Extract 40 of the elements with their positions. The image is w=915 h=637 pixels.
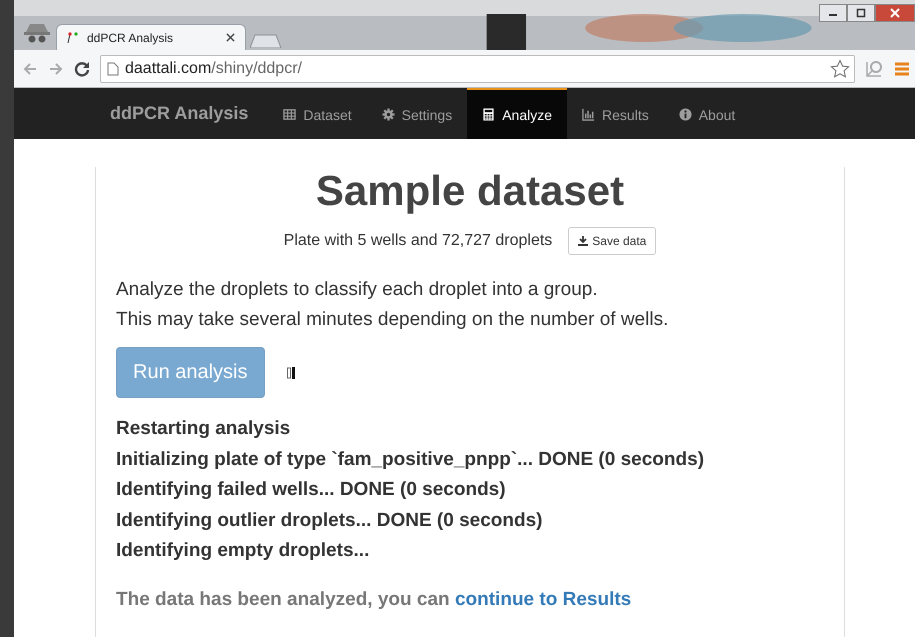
log-line: Initializing plate of type `fam_positive_pnpp`... DONE (0 seconds) [116,448,706,472]
star-icon[interactable] [830,58,850,78]
log-line: Identifying outlier droplets... DONE (0 seconds) [116,508,544,532]
maximize-button[interactable] [847,4,875,22]
completion-message: The data has been analyzed, you can continue to Results [116,588,632,610]
info-icon [678,108,692,121]
log-line: Restarting analysis [116,417,292,441]
tab-title: ddPCR Analysis [87,30,174,44]
page-icon [107,62,119,76]
loading-icon [286,366,295,378]
reload-icon[interactable] [74,60,90,76]
minimize-button[interactable] [819,4,847,22]
settings-icon [382,108,395,121]
save-data-button[interactable]: Save data [568,227,656,255]
menu-icon[interactable] [895,62,909,76]
close-button[interactable] [875,4,915,22]
calculator-icon [482,108,496,121]
close-icon [890,8,900,18]
nav-tab[interactable]: About [664,88,750,139]
download-icon [578,236,588,246]
close-tab-icon[interactable] [226,33,235,42]
app-brand[interactable]: ddPCR Analysis [110,103,248,124]
nav-tab[interactable]: Dataset [268,88,367,139]
description-text: Analyze the droplets to classify each droplet into a group. [116,278,599,302]
page-heading: Sample dataset [314,167,626,215]
table-icon [283,108,296,121]
address-bar[interactable]: daattali.com/shiny/ddpcr/ [100,54,855,82]
favicon-icon [67,32,79,44]
browser-tab[interactable]: ddPCR Analysis [56,24,246,50]
nav-tab[interactable]: Settings [366,88,468,139]
log-line: Identifying failed wells... DONE (0 seconds) [116,478,507,502]
nav-tab[interactable]: Results [567,88,664,139]
results-link[interactable]: continue to Results [454,588,632,610]
log-line: Identifying empty droplets... [116,539,370,563]
plate-summary: Plate with 5 wells and 72,727 droplets [284,232,552,250]
maximize-icon [856,8,866,18]
bar-chart-icon [582,108,596,121]
description-text: This may take several minutes depending on the number of wells. [116,308,670,332]
nav-tab[interactable]: Analyze [467,88,568,139]
new-tab-button[interactable] [250,34,282,48]
